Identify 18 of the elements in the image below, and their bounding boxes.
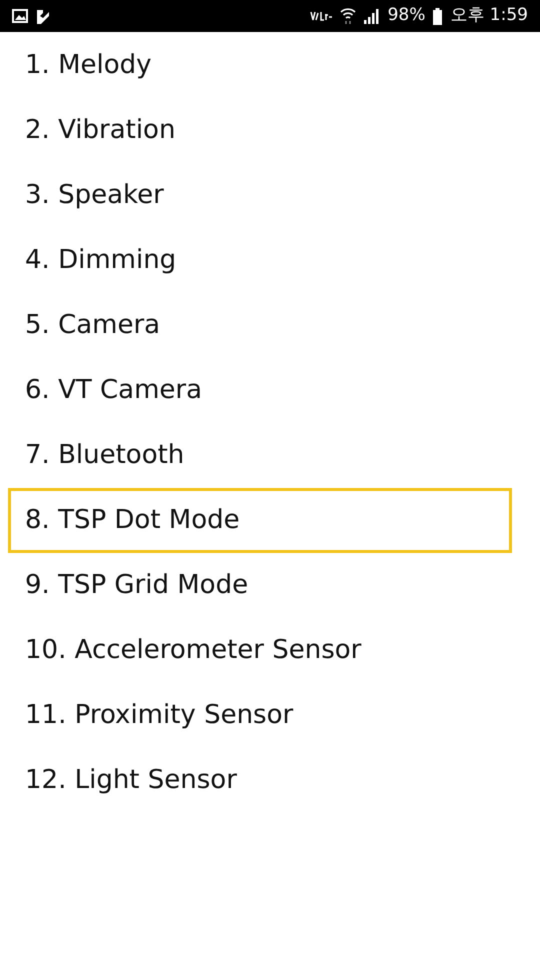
menu-item[interactable]: 12. Light Sensor xyxy=(8,748,512,813)
menu-item[interactable]: 8. TSP Dot Mode xyxy=(8,488,512,553)
menu-item[interactable]: 4. Dimming xyxy=(8,228,512,293)
menu-item[interactable]: 6. VT Camera xyxy=(8,358,512,423)
battery-icon xyxy=(433,8,442,24)
image-icon xyxy=(12,9,28,23)
menu-item[interactable]: 9. TSP Grid Mode xyxy=(8,553,512,618)
menu-item[interactable]: 2. Vibration xyxy=(8,98,512,163)
menu-item[interactable]: 10. Accelerometer Sensor xyxy=(8,618,512,683)
menu-item[interactable]: 7. Bluetooth xyxy=(8,423,512,488)
menu-item[interactable]: 1. Melody xyxy=(8,33,512,98)
battery-percent: 98% xyxy=(388,4,426,28)
menu-item[interactable]: 3. Speaker xyxy=(8,163,512,228)
menu-item[interactable]: 11. Proximity Sensor xyxy=(8,683,512,748)
signal-icon xyxy=(364,8,380,24)
menu-item[interactable]: 5. Camera xyxy=(8,293,512,358)
wifi-icon xyxy=(340,7,356,25)
clock: 오후 1:59 xyxy=(450,4,528,28)
